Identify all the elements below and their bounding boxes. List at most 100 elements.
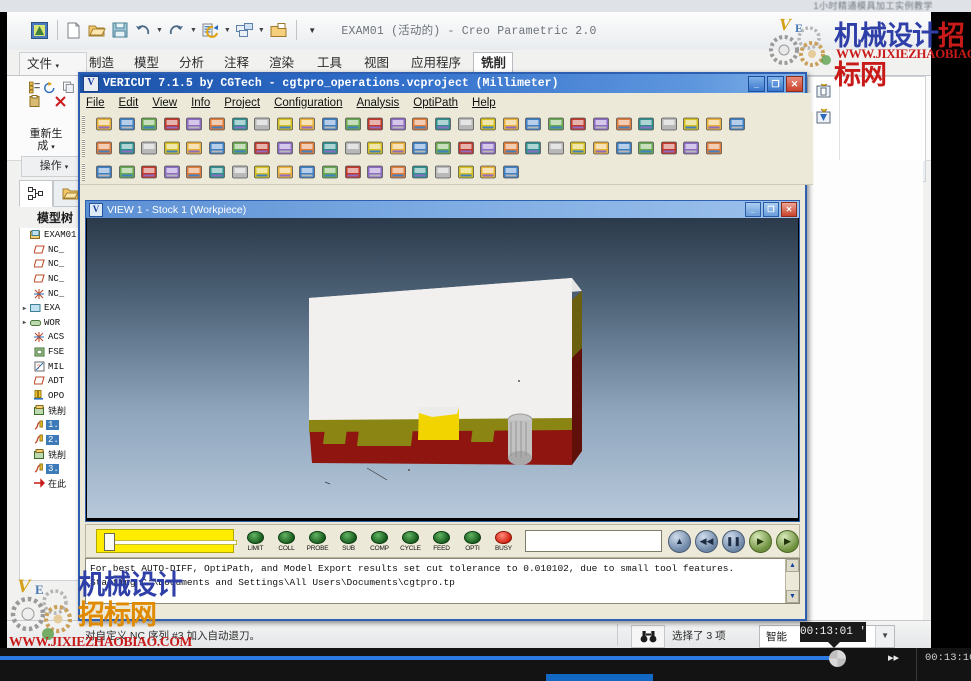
menu-view[interactable]: View	[152, 97, 177, 109]
tool-pick-icon[interactable]	[162, 138, 182, 158]
step-all-icon[interactable]	[139, 138, 159, 158]
new-model-icon[interactable]	[252, 114, 272, 134]
log-scrollbar[interactable]: ▲ ▼	[785, 559, 799, 603]
g-code-icon[interactable]	[433, 114, 453, 134]
toolbar-drag-handle-3[interactable]	[82, 163, 85, 181]
merge-icon[interactable]	[704, 114, 724, 134]
binoculars-icon[interactable]	[631, 625, 665, 648]
machine-setup-icon[interactable]	[614, 114, 634, 134]
spi-icon[interactable]	[478, 162, 498, 182]
scroll-down-arrow-icon[interactable]: ▼	[786, 590, 799, 603]
checker-icon[interactable]	[94, 162, 114, 182]
view-maximize-button[interactable]: ❐	[763, 202, 779, 217]
model-h-icon[interactable]	[659, 114, 679, 134]
tab-file-arrow-icon[interactable]: ▾	[56, 63, 60, 70]
vericut-status-field[interactable]	[524, 530, 662, 552]
refresh-icon[interactable]	[501, 138, 521, 158]
feature-icon[interactable]	[636, 138, 656, 158]
record-icon[interactable]	[117, 162, 137, 182]
save-ip-icon[interactable]	[184, 114, 204, 134]
info-icon[interactable]	[546, 138, 566, 158]
view-minimize-button[interactable]: _	[745, 202, 761, 217]
tab-file[interactable]: 文件 ▾	[19, 52, 87, 77]
save-file-icon[interactable]	[523, 114, 543, 134]
eject-button[interactable]: ▲	[668, 529, 691, 553]
layout-4-icon[interactable]	[456, 162, 476, 182]
gm-xy-icon[interactable]	[727, 114, 747, 134]
rotate-xy-icon[interactable]	[275, 162, 295, 182]
regenerate-arrow-icon[interactable]: ▾	[51, 144, 55, 151]
open-project-icon[interactable]	[94, 114, 114, 134]
box-icon[interactable]	[681, 138, 701, 158]
zoom-in-icon[interactable]	[388, 138, 408, 158]
nc-program-icon[interactable]	[478, 114, 498, 134]
close-button[interactable]: ✕	[786, 76, 803, 92]
layout-1-icon[interactable]	[343, 162, 363, 182]
rotate-x-icon[interactable]	[207, 162, 227, 182]
view-close-button[interactable]: ✕	[781, 202, 797, 217]
layout-3-icon[interactable]	[410, 162, 430, 182]
palette-icon[interactable]	[343, 138, 363, 158]
perspective-icon[interactable]	[320, 162, 340, 182]
stock-3d-scene[interactable]	[87, 218, 798, 518]
menu-info[interactable]: Info	[191, 97, 210, 109]
apt-icon[interactable]	[456, 114, 476, 134]
library-icon[interactable]	[591, 114, 611, 134]
translate-icon[interactable]	[478, 138, 498, 158]
copy-icon[interactable]	[63, 81, 75, 94]
toolbar-drag-handle-1[interactable]	[82, 115, 85, 133]
zoom-out-icon[interactable]	[410, 138, 430, 158]
play-button[interactable]: ▶	[776, 529, 799, 553]
autodiff-icon[interactable]	[591, 138, 611, 158]
enter-icon[interactable]	[388, 114, 408, 134]
menu-file[interactable]: File	[86, 97, 105, 109]
shield-icon[interactable]	[568, 114, 588, 134]
optipath-icon[interactable]	[659, 138, 679, 158]
toolbar-drag-handle-2[interactable]	[82, 139, 85, 157]
speed-slider[interactable]	[96, 529, 237, 553]
rotate-icon[interactable]	[456, 138, 476, 158]
compare-icon[interactable]	[546, 114, 566, 134]
report-icon[interactable]	[275, 114, 295, 134]
open-vc-icon[interactable]	[117, 114, 137, 134]
regenerate-button[interactable]: 重新生成 ▾	[23, 128, 69, 154]
maximize-button[interactable]: ❐	[767, 76, 784, 92]
step-icon[interactable]	[117, 138, 137, 158]
stop-icon[interactable]	[501, 114, 521, 134]
insert-icon[interactable]	[207, 138, 227, 158]
paste-icon[interactable]	[29, 95, 42, 108]
axis-icon[interactable]	[636, 114, 656, 134]
menu-configuration[interactable]: Configuration	[274, 97, 342, 109]
delete-icon[interactable]	[54, 95, 67, 108]
print-icon[interactable]	[184, 162, 204, 182]
pan-icon[interactable]	[297, 162, 317, 182]
vericut-log-panel[interactable]: For best AUTO-DIFF, OptiPath, and Model …	[85, 558, 800, 604]
fast-forward-icon[interactable]: ▸▸	[888, 651, 899, 664]
tool-setup-icon[interactable]	[808, 77, 839, 103]
save-up-icon[interactable]	[207, 114, 227, 134]
fit-icon[interactable]	[433, 138, 453, 158]
anchor-icon[interactable]	[139, 162, 159, 182]
save-as-icon[interactable]	[297, 114, 317, 134]
layout-2h-icon[interactable]	[388, 162, 408, 182]
scroll-up-arrow-icon[interactable]: ▲	[786, 559, 799, 572]
view-icon[interactable]	[162, 162, 182, 182]
model-g-icon[interactable]	[681, 114, 701, 134]
regenerate-list-icon[interactable]	[29, 81, 41, 94]
menu-optipath[interactable]: OptiPath	[413, 97, 458, 109]
rotate-z-icon[interactable]	[252, 162, 272, 182]
diamond-gray-icon[interactable]	[252, 138, 272, 158]
graph-icon[interactable]	[568, 138, 588, 158]
expander-icon[interactable]: ▶	[20, 319, 29, 326]
layout-2-icon[interactable]	[365, 162, 385, 182]
pause-button[interactable]: ❚❚	[722, 529, 745, 553]
delete-x-icon[interactable]	[614, 138, 634, 158]
vericut-title-bar[interactable]: V VERICUT 7.1.5 by CGTech - cgtpro_opera…	[80, 74, 805, 93]
render-icon[interactable]	[704, 138, 724, 158]
rotate-y-icon[interactable]	[230, 162, 250, 182]
operations-arrow-icon[interactable]: ▾	[65, 164, 69, 171]
video-progress-track[interactable]	[0, 656, 845, 660]
refresh-arrows-icon[interactable]	[43, 81, 56, 94]
open-m-icon[interactable]	[320, 114, 340, 134]
menu-project[interactable]: Project	[224, 97, 260, 109]
